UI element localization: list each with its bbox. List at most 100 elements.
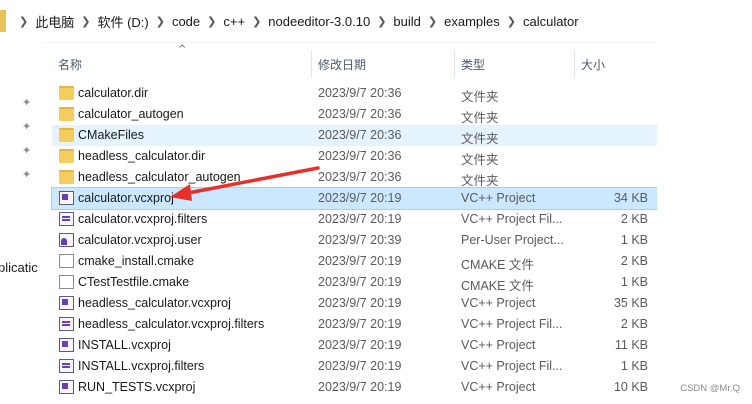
pin-icon[interactable]: ✦ [22, 97, 32, 108]
vcxproj-icon [59, 380, 74, 394]
column-divider[interactable] [574, 50, 575, 78]
pin-icon[interactable]: ✦ [22, 121, 32, 132]
chevron-right-icon[interactable]: ❯ [252, 15, 261, 28]
file-date: 2023/9/7 20:19 [318, 296, 402, 310]
chevron-right-icon[interactable]: ❯ [81, 15, 90, 28]
file-name: cmake_install.cmake [78, 254, 195, 268]
column-name[interactable]: 名称 [58, 56, 82, 73]
breadcrumb-item[interactable]: nodeeditor-3.0.10 [268, 14, 370, 29]
file-date: 2023/9/7 20:19 [318, 254, 402, 268]
file-date: 2023/9/7 20:19 [318, 338, 402, 352]
file-row[interactable]: headless_calculator.vcxproj 2023/9/7 20:1… [52, 293, 657, 314]
folder-icon [59, 86, 74, 100]
file-list: calculator.dir 2023/9/7 20:36 文件夹 calculato… [51, 83, 658, 398]
breadcrumb-item[interactable]: c++ [223, 14, 245, 29]
breadcrumb-item[interactable]: examples [444, 14, 500, 29]
chevron-right-icon[interactable]: ❯ [19, 15, 28, 28]
breadcrumb-item[interactable]: calculator [523, 14, 579, 29]
file-size: 35 KB [613, 296, 648, 310]
file-type: CMAKE 文件 [461, 279, 534, 293]
column-divider[interactable] [454, 50, 455, 78]
file-row[interactable]: cmake_install.cmake 2023/9/7 20:19 CMAKE 文… [52, 251, 657, 272]
folder-icon [59, 128, 74, 142]
file-type: 文件夹 [461, 174, 499, 188]
chevron-right-icon[interactable]: ❯ [507, 15, 516, 28]
file-row[interactable]: calculator_autogen 2023/9/7 20:36 文件夹 [52, 104, 657, 125]
pin-icon[interactable]: ✦ [22, 169, 32, 180]
file-type: VC++ Project Fil... [461, 212, 563, 226]
folder-icon [59, 107, 74, 121]
file-type: VC++ Project [461, 380, 536, 394]
file-date: 2023/9/7 20:36 [318, 128, 402, 142]
file-row[interactable]: calculator.vcxproj 2023/9/7 20:19 VC++ Pro… [51, 187, 658, 210]
file-row[interactable]: RUN_TESTS.vcxproj 2023/9/7 20:19 VC++ Proj… [52, 377, 657, 398]
column-size[interactable]: 大小 [581, 56, 605, 73]
file-name: headless_calculator.dir [78, 149, 206, 163]
file-row[interactable]: INSTALL.vcxproj.filters 2023/9/7 20:19 VC+… [52, 356, 657, 377]
chevron-right-icon[interactable]: ❯ [207, 15, 216, 28]
column-type[interactable]: 类型 [461, 56, 485, 73]
chevron-right-icon[interactable]: ❯ [156, 15, 165, 28]
file-size: 2 KB [620, 254, 648, 268]
file-type: Per-User Project... [461, 233, 564, 247]
file-name: headless_calculator_autogen [78, 170, 241, 184]
file-name: calculator_autogen [78, 107, 184, 121]
file-date: 2023/9/7 20:19 [318, 317, 402, 331]
file-type: 文件夹 [461, 153, 499, 167]
document-icon [59, 254, 74, 268]
file-row[interactable]: headless_calculator_autogen 2023/9/7 20:3… [52, 167, 657, 188]
chevron-right-icon[interactable]: ❯ [377, 15, 386, 28]
file-row[interactable]: headless_calculator.dir 2023/9/7 20:36 文件夹 [52, 146, 657, 167]
file-date: 2023/9/7 20:19 [318, 212, 402, 226]
file-name: CMakeFiles [78, 128, 144, 142]
file-row[interactable]: calculator.dir 2023/9/7 20:36 文件夹 [52, 83, 657, 104]
file-size: 2 KB [620, 317, 648, 331]
file-size: 2 KB [620, 212, 648, 226]
address-bar[interactable]: ❯ 此电脑 ❯ 软件 (D:) ❯ code ❯ c++ ❯ nodeeditor-3.0.10 ❯… [0, 0, 752, 43]
nav-item-partial[interactable]: plicatic [0, 260, 38, 275]
breadcrumb-item[interactable]: build [393, 14, 420, 29]
folder-icon [0, 10, 6, 32]
filters-icon [59, 212, 74, 226]
vcxproj-icon [59, 296, 74, 310]
breadcrumb-item[interactable]: 此电脑 [35, 12, 74, 31]
file-name: calculator.dir [78, 86, 149, 100]
file-date: 2023/9/7 20:19 [318, 380, 402, 394]
file-size: 1 KB [620, 275, 648, 289]
vcxproj-icon [59, 338, 74, 352]
file-type: 文件夹 [461, 90, 499, 104]
file-name: INSTALL.vcxproj [78, 338, 171, 352]
file-row[interactable]: headless_calculator.vcxproj.filters 2023/… [52, 314, 657, 335]
file-row[interactable]: INSTALL.vcxproj 2023/9/7 20:19 VC++ Projec… [52, 335, 657, 356]
column-header: ^ 名称 修改日期 类型 大小 [52, 42, 657, 84]
file-row[interactable]: CMakeFiles 2023/9/7 20:36 文件夹 [52, 125, 657, 146]
file-row[interactable]: calculator.vcxproj.filters 2023/9/7 20:19… [52, 209, 657, 230]
file-date: 2023/9/7 20:39 [318, 233, 402, 247]
column-date[interactable]: 修改日期 [318, 56, 366, 73]
document-icon [59, 275, 74, 289]
file-name: calculator.vcxproj.filters [78, 212, 208, 226]
vcxproj-icon [59, 191, 74, 205]
file-size: 1 KB [620, 233, 648, 247]
column-divider[interactable] [311, 50, 312, 78]
file-type: VC++ Project Fil... [461, 317, 563, 331]
file-name: INSTALL.vcxproj.filters [78, 359, 205, 373]
file-size: 34 KB [613, 191, 648, 205]
user-file-icon [59, 233, 74, 247]
breadcrumb-item[interactable]: code [172, 14, 200, 29]
breadcrumb-item[interactable]: 软件 (D:) [97, 12, 148, 31]
file-name: CTestTestfile.cmake [78, 275, 190, 289]
pin-icon[interactable]: ✦ [22, 145, 32, 156]
file-name: headless_calculator.vcxproj [78, 296, 231, 310]
empty-area [657, 42, 752, 404]
file-date: 2023/9/7 20:19 [318, 191, 402, 205]
file-name: calculator.vcxproj.user [78, 233, 202, 247]
file-row[interactable]: calculator.vcxproj.user 2023/9/7 20:39 Per… [52, 230, 657, 251]
file-type: VC++ Project [461, 338, 536, 352]
file-name: calculator.vcxproj [78, 191, 174, 205]
file-size: 11 KB [614, 338, 648, 352]
chevron-right-icon[interactable]: ❯ [428, 15, 437, 28]
file-type: 文件夹 [461, 111, 499, 125]
file-row[interactable]: CTestTestfile.cmake 2023/9/7 20:19 CMAKE 文… [52, 272, 657, 293]
filters-icon [59, 317, 74, 331]
